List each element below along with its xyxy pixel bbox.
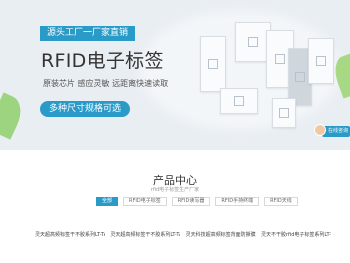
tab-rfid-handhelds[interactable]: RFID手持终端 <box>215 197 260 206</box>
section-subtitle: rfid电子标签生产厂家 <box>150 187 200 193</box>
banner-headline: RFID电子标签 <box>41 50 164 72</box>
rfid-tag-image <box>220 88 258 114</box>
product-category-tabs: 全部 RFID电子标签 RFID读写器 RFID手持终端 RFID天线 <box>96 197 298 206</box>
product-title-link[interactable]: 灵天科技超高频标签背面防撕膜... <box>186 231 256 238</box>
product-list: 灵天超高频标签干不胶系列LT-TAG702... 灵天超高频标签干不胶系列LT-… <box>35 231 331 238</box>
product-title-link[interactable]: 灵天超高频标签干不胶系列LT-TAG702... <box>35 231 105 238</box>
hero-banner[interactable]: 源头工厂一厂家直销 RFID电子标签 原装芯片 感应灵敏 远距离快速读取 多种尺… <box>0 0 350 150</box>
rfid-tag-image <box>200 36 226 92</box>
tab-all[interactable]: 全部 <box>96 197 119 206</box>
rfid-tag-illustration <box>190 18 340 138</box>
banner-features: 原装芯片 感应灵敏 远距离快速读取 <box>43 79 169 88</box>
banner-ribbon: 源头工厂一厂家直销 <box>40 26 136 41</box>
leaf-decoration-left <box>0 92 28 140</box>
rfid-tag-image <box>308 38 334 84</box>
online-consult-button[interactable]: 在线咨询 <box>314 124 350 137</box>
rfid-tag-image <box>272 98 296 128</box>
online-consult-label: 在线咨询 <box>328 128 349 134</box>
tab-rfid-antennas[interactable]: RFID天线 <box>264 197 298 206</box>
tab-rfid-tags[interactable]: RFID电子标签 <box>123 197 167 206</box>
product-title-link[interactable]: 灵天不干胶rfid电子标签系列LT-TAG20... <box>261 231 331 238</box>
tab-rfid-readers[interactable]: RFID读写器 <box>171 197 211 206</box>
product-title-link[interactable]: 灵天超高频标签干不胶系列LT-TAG702... <box>110 231 180 238</box>
banner-cta: 多种尺寸规格可选 <box>40 101 131 117</box>
support-avatar <box>314 124 326 136</box>
